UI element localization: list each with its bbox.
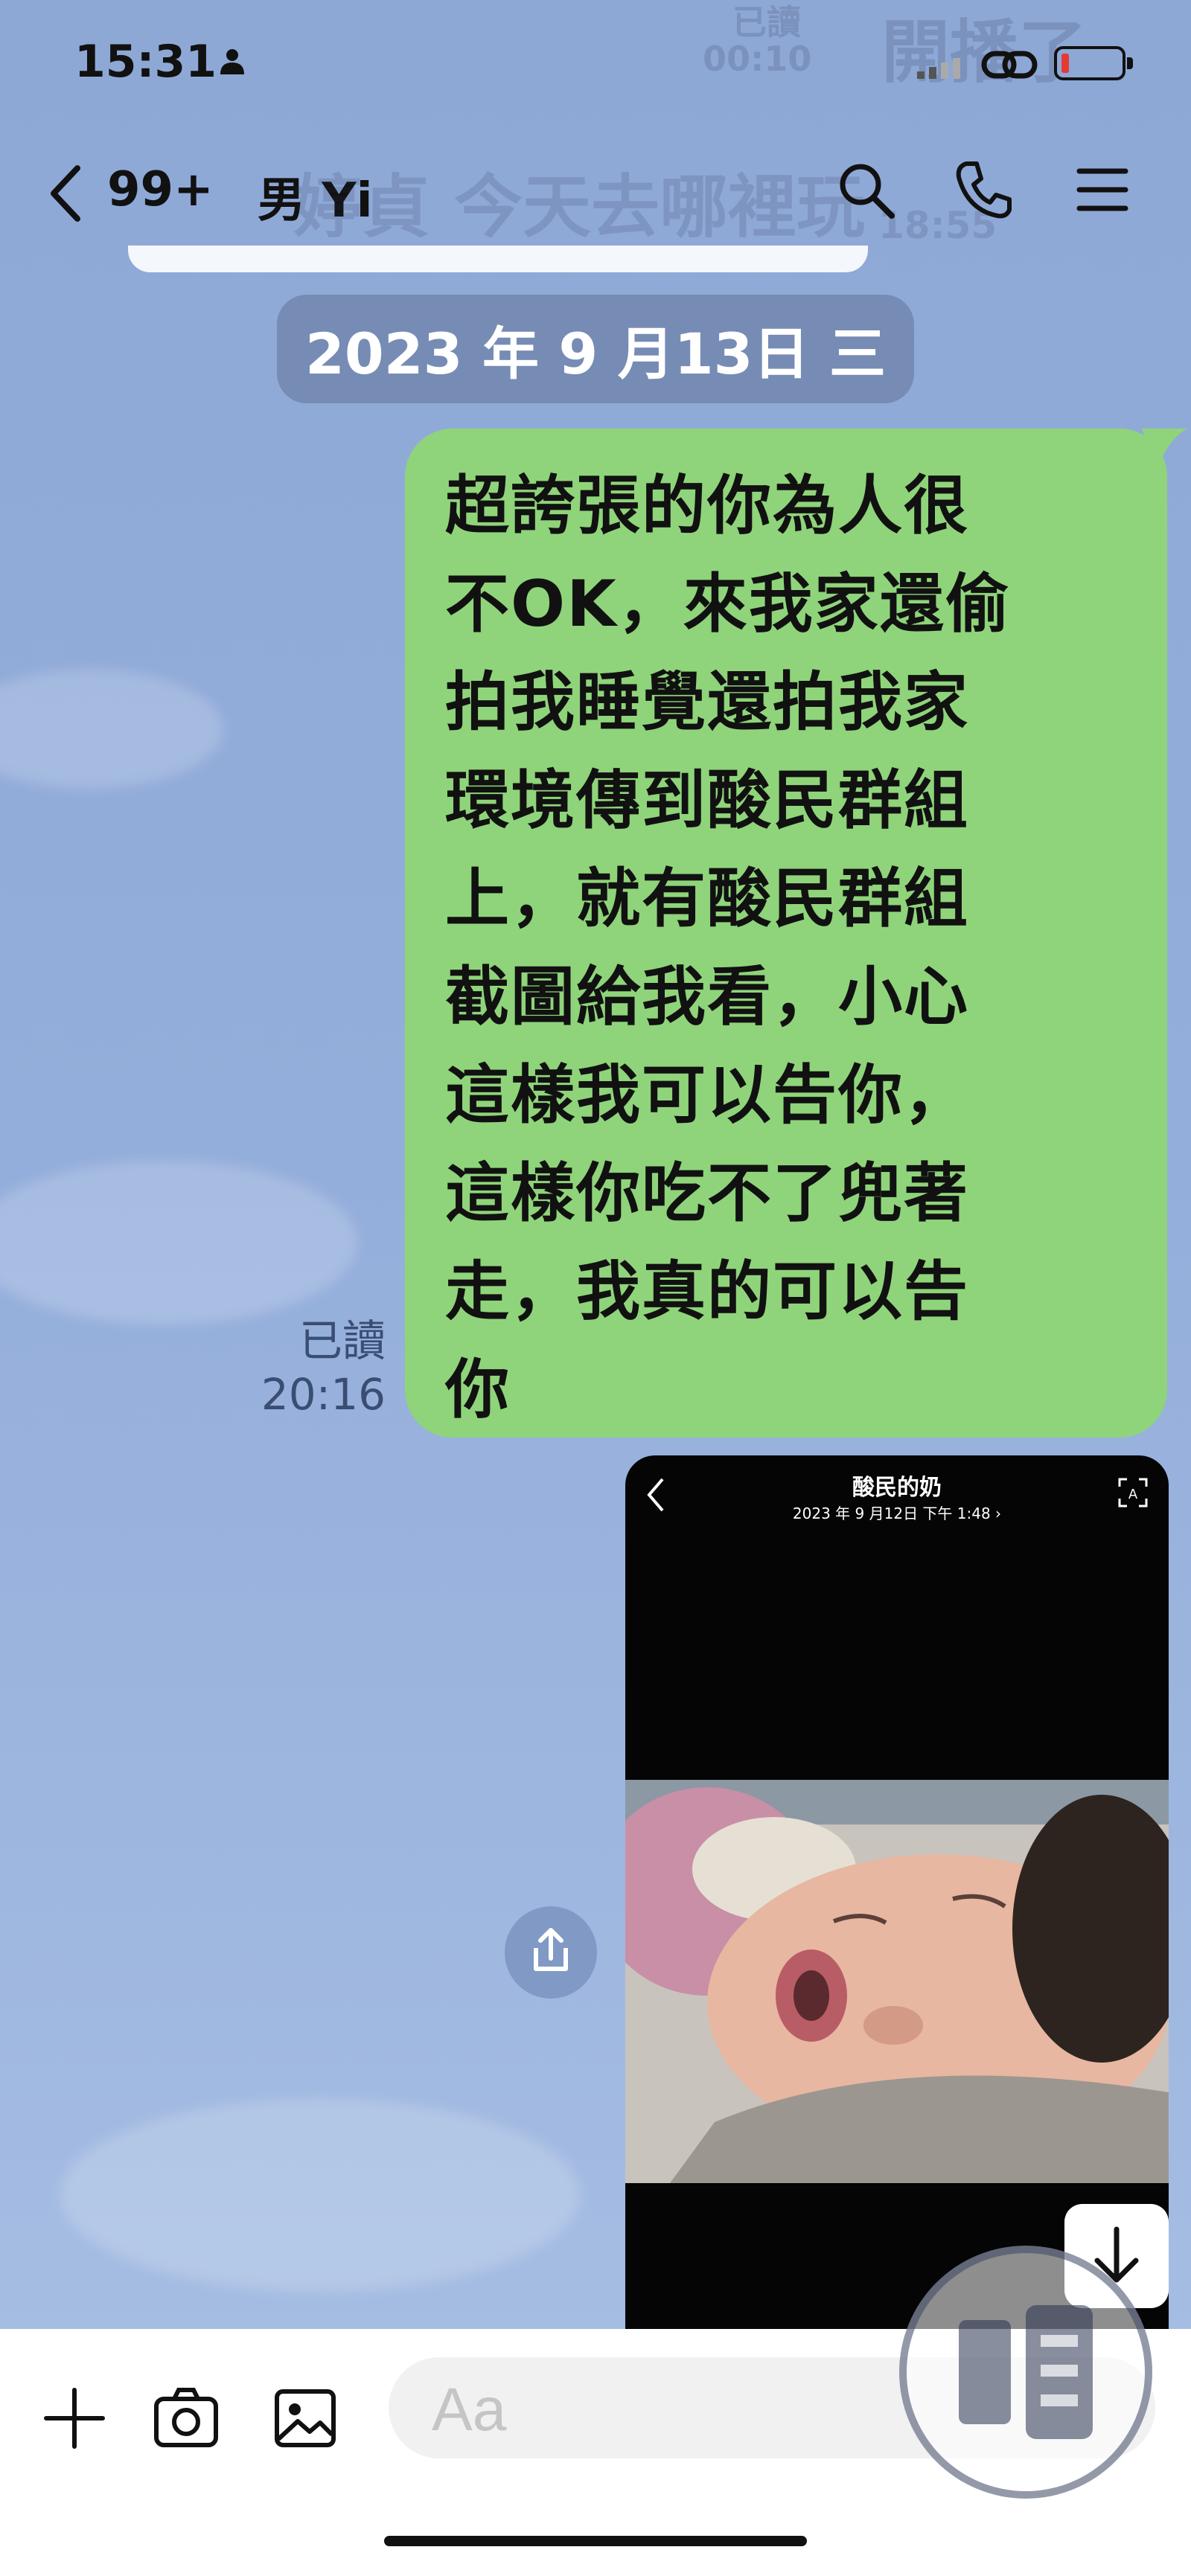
expand-icon: A	[1118, 1478, 1148, 1508]
watermark-glyph	[959, 2305, 1093, 2439]
phone-icon[interactable]	[950, 156, 1017, 223]
ghost-time: 00:10	[703, 39, 812, 79]
unread-count[interactable]: 99+	[107, 162, 214, 217]
read-status: 已讀 20:16	[261, 1314, 386, 1421]
camera-icon[interactable]	[149, 2381, 223, 2455]
image-chat-title: 酸民的奶	[852, 1475, 942, 1501]
home-indicator	[384, 2536, 807, 2546]
person-icon	[220, 49, 244, 74]
message-time: 20:16	[261, 1369, 386, 1420]
status-time: 15:31	[74, 36, 217, 88]
share-icon	[534, 1928, 568, 1971]
watermark-logo	[899, 2246, 1152, 2499]
message-text: 超誇張的你為人很 不OK，來我家還偷 拍我睡覺還拍我家 環境傳到酸民群組 上，就…	[445, 469, 1011, 1427]
ghost-read-label: 已讀	[732, 2, 801, 42]
bubble-tail	[1142, 429, 1187, 473]
menu-icon[interactable]	[1069, 156, 1136, 223]
read-label: 已讀	[298, 1316, 386, 1366]
plus-icon[interactable]	[37, 2381, 112, 2455]
date-separator: 2023 年 9 月13日 三	[277, 295, 914, 403]
image-chat-date: 2023 年 9 月12日 下午 1:48 ›	[792, 1505, 1002, 1522]
signal-icon	[917, 58, 960, 79]
message-bubble[interactable]: 超誇張的你為人很 不OK，來我家還偷 拍我睡覺還拍我家 環境傳到酸民群組 上，就…	[405, 429, 1167, 1438]
share-button[interactable]	[505, 1906, 597, 1999]
link-icon	[981, 51, 1038, 79]
battery-icon	[1054, 46, 1133, 80]
pinned-banner	[128, 246, 868, 272]
image-icon[interactable]	[268, 2381, 342, 2455]
image-message[interactable]: 酸民的奶 2023 年 9 月12日 下午 1:48 › A	[625, 1455, 1169, 2333]
sleeping-person-photo	[625, 1780, 1169, 2183]
chat-header: 99+ 男 Yi 婷貞 今天去哪裡玩 18:55	[0, 126, 1191, 272]
status-bar: 15:31 已讀 00:10 開播了	[0, 0, 1191, 126]
back-icon[interactable]	[46, 164, 85, 223]
search-icon[interactable]	[832, 156, 899, 223]
svg-text:A: A	[1128, 1487, 1138, 1502]
input-placeholder: Aa	[432, 2376, 507, 2444]
cloud-decoration	[60, 2098, 581, 2292]
ghost-preview: 婷貞 今天去哪裡玩	[293, 167, 866, 247]
